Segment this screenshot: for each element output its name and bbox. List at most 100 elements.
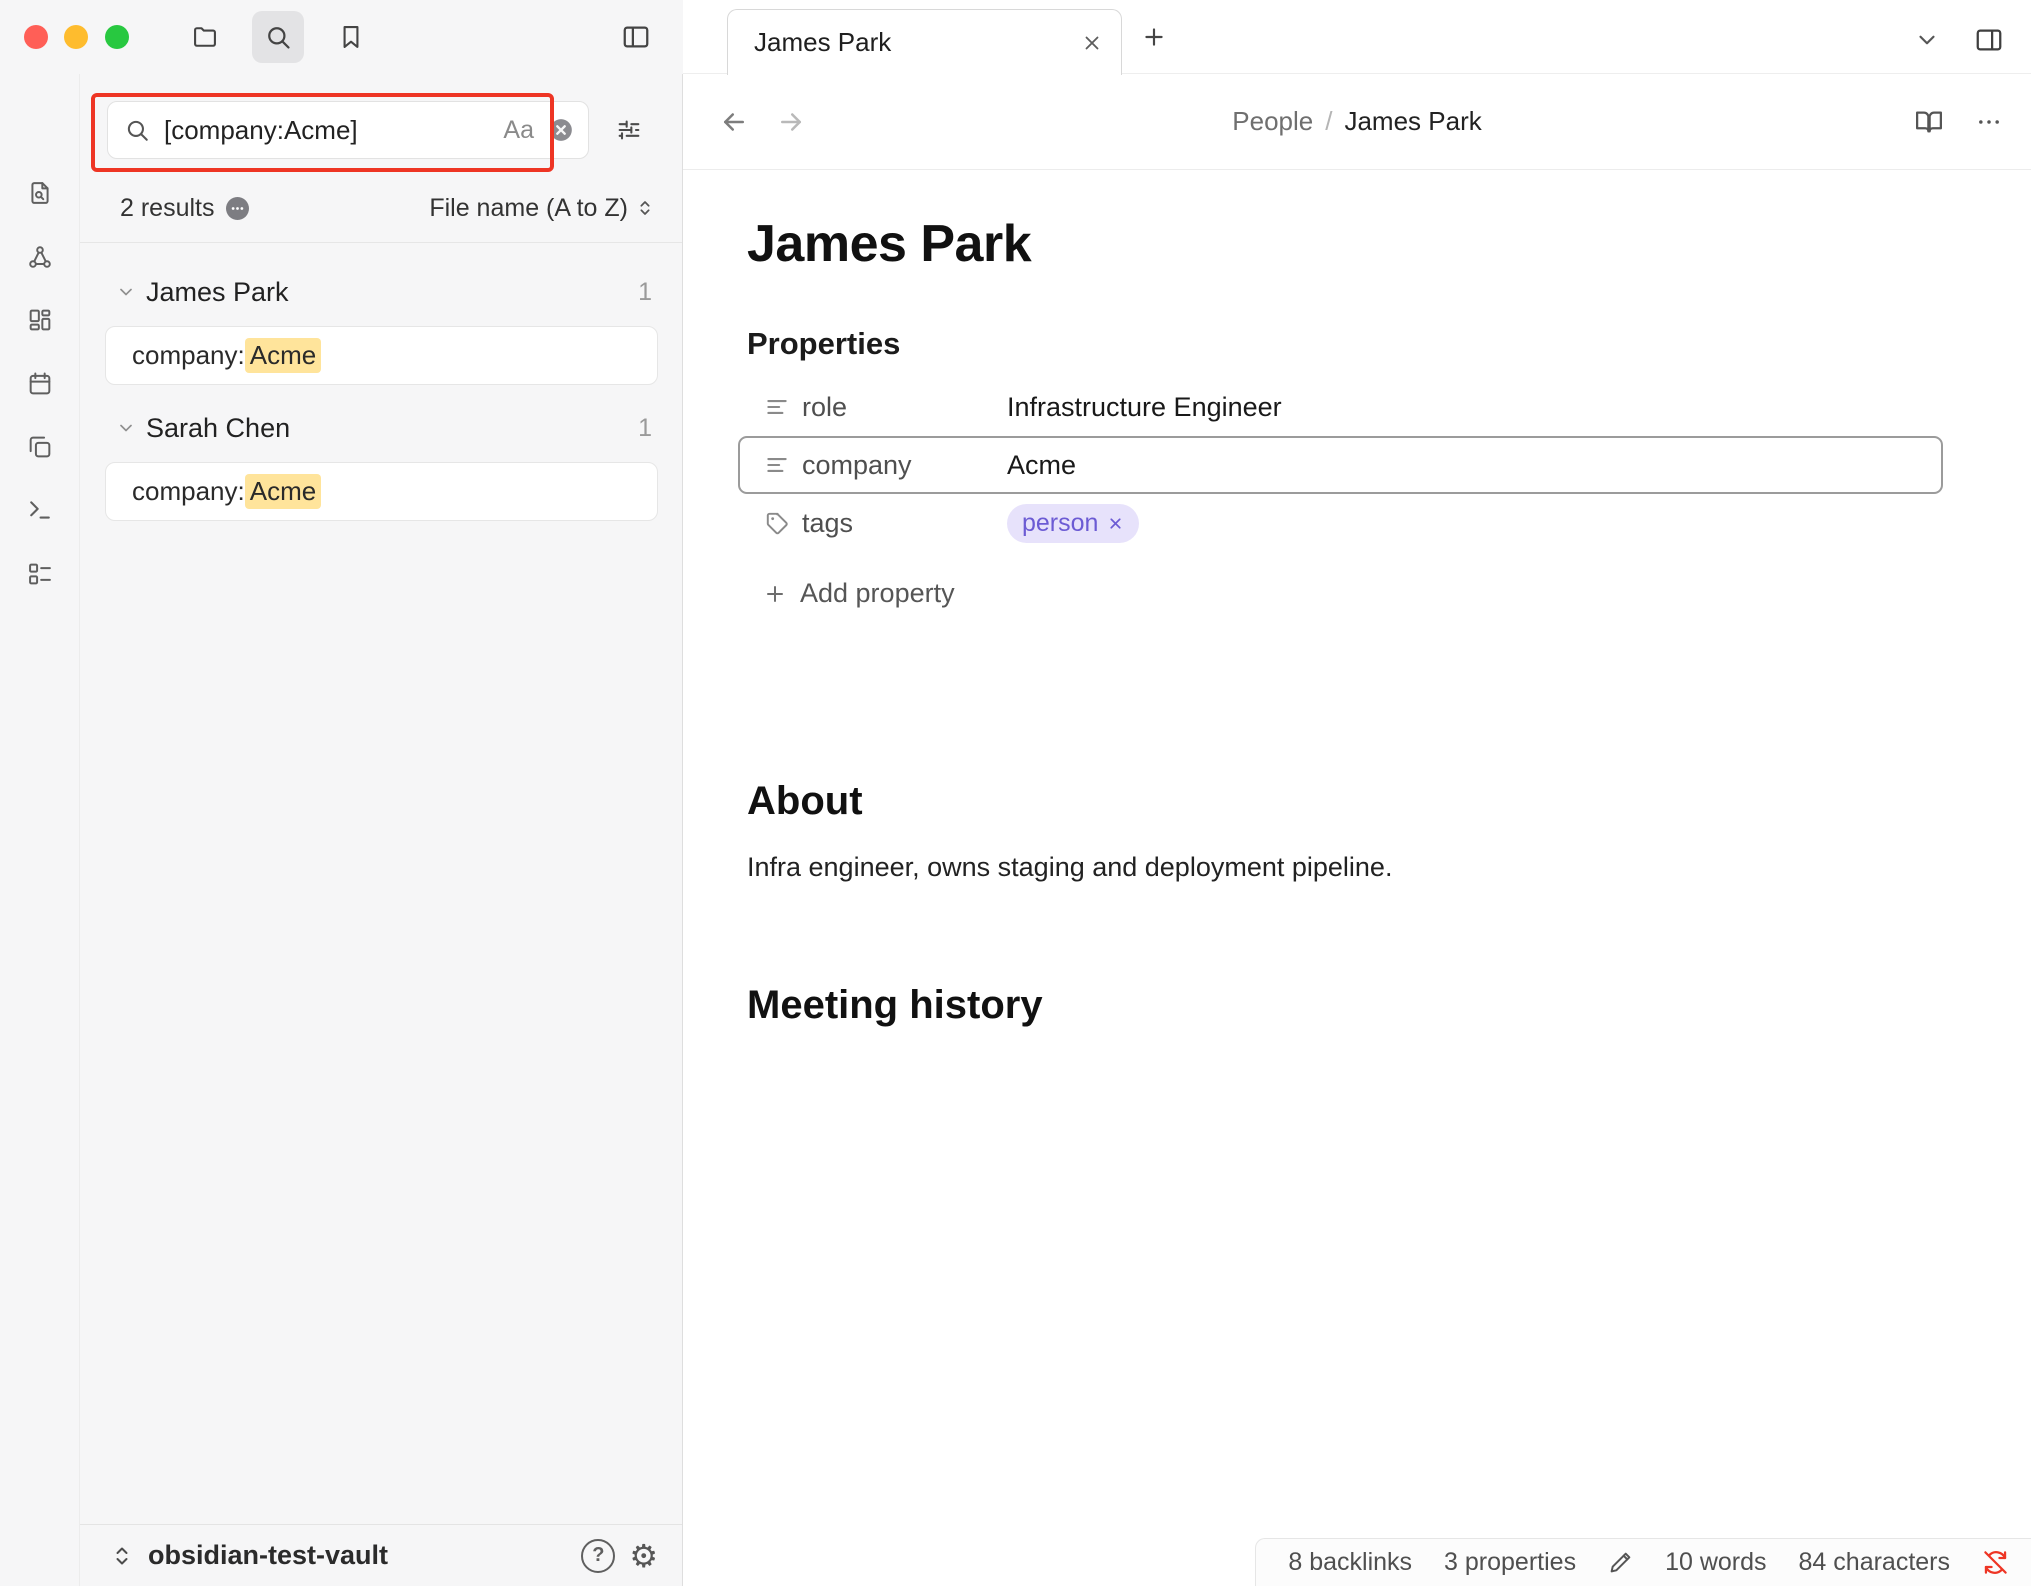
search-match-item[interactable]: company: Acme xyxy=(105,326,658,385)
ellipsis-badge-icon xyxy=(230,201,245,216)
copy-icon xyxy=(26,433,54,461)
graph-view-button[interactable] xyxy=(18,235,62,279)
terminal-button[interactable] xyxy=(18,488,62,532)
macos-zoom-button[interactable] xyxy=(105,25,129,49)
search-icon xyxy=(124,117,150,143)
sidebar-right-icon xyxy=(1974,25,2004,55)
sync-error-icon[interactable] xyxy=(1982,1549,2009,1576)
results-info-button[interactable] xyxy=(226,197,249,220)
layout-list-icon xyxy=(26,560,54,588)
property-name[interactable]: tags xyxy=(802,508,1007,539)
align-left-icon xyxy=(764,452,790,478)
result-file-name: James Park xyxy=(146,277,628,308)
property-value[interactable]: Acme xyxy=(1007,450,1076,481)
gear-icon: ⚙ xyxy=(629,1538,658,1574)
property-row-role[interactable]: role Infrastructure Engineer xyxy=(738,378,1943,436)
tab-james-park[interactable]: James Park xyxy=(727,9,1122,75)
bookmarks-button[interactable] xyxy=(329,15,373,59)
open-folder-button[interactable] xyxy=(183,15,227,59)
results-count-label: 2 results xyxy=(120,194,214,223)
result-match-count: 1 xyxy=(638,414,652,443)
macos-minimize-button[interactable] xyxy=(64,25,88,49)
add-property-button[interactable]: Add property xyxy=(763,578,955,609)
new-tab-button[interactable] xyxy=(1136,19,1172,55)
status-bar: 8 backlinks 3 properties 10 words 84 cha… xyxy=(1255,1538,2031,1586)
search-match-item[interactable]: company: Acme xyxy=(105,462,658,521)
result-group-header[interactable]: Sarah Chen 1 xyxy=(80,406,682,450)
search-input-container: Aa xyxy=(107,101,589,159)
match-highlight: Acme xyxy=(245,474,321,509)
panel-divider xyxy=(80,242,682,243)
left-ribbon xyxy=(0,74,80,1586)
breadcrumb-separator: / xyxy=(1325,106,1332,137)
daily-note-button[interactable] xyxy=(18,362,62,406)
breadcrumb: People / James Park xyxy=(683,74,2031,169)
templates-button[interactable] xyxy=(18,425,62,469)
sliders-icon xyxy=(615,116,643,144)
property-row-tags[interactable]: tags person xyxy=(738,494,1943,552)
about-paragraph[interactable]: Infra engineer, owns staging and deploym… xyxy=(747,848,2031,887)
close-tab-button[interactable] xyxy=(1081,32,1103,54)
plus-icon xyxy=(763,582,787,606)
left-titlebar xyxy=(0,0,683,74)
chevron-down-icon xyxy=(116,418,136,438)
help-button[interactable]: ? xyxy=(581,1539,615,1573)
add-property-label: Add property xyxy=(800,578,955,609)
vault-name[interactable]: obsidian-test-vault xyxy=(148,1540,388,1571)
search-input[interactable] xyxy=(164,115,489,146)
match-case-toggle[interactable]: Aa xyxy=(503,116,534,145)
result-match-count: 1 xyxy=(638,278,652,307)
match-highlight: Acme xyxy=(245,338,321,373)
about-heading[interactable]: About xyxy=(747,779,2031,824)
close-icon xyxy=(1081,32,1103,54)
search-tool-button[interactable] xyxy=(252,11,304,63)
properties-list: role Infrastructure Engineer company Acm… xyxy=(738,378,1943,552)
macos-close-button[interactable] xyxy=(24,25,48,49)
property-value[interactable]: Infrastructure Engineer xyxy=(1007,392,1282,423)
question-mark-icon: ? xyxy=(592,1544,604,1567)
properties-heading[interactable]: Properties xyxy=(747,326,2031,362)
vault-switcher-button[interactable] xyxy=(110,1544,134,1568)
search-panel: Aa 2 results Fil xyxy=(80,74,683,1586)
chevrons-up-down-icon xyxy=(634,197,656,219)
settings-button[interactable]: ⚙ xyxy=(629,1540,658,1572)
property-name[interactable]: company xyxy=(802,450,1007,481)
backlinks-count[interactable]: 8 backlinks xyxy=(1288,1548,1412,1577)
tag-label: person xyxy=(1022,509,1098,538)
tag-pill-person[interactable]: person xyxy=(1007,504,1139,543)
collapse-right-sidebar-button[interactable] xyxy=(1969,20,2009,60)
search-settings-button[interactable] xyxy=(607,108,651,152)
search-results-header: 2 results File name (A to Z) xyxy=(80,186,682,230)
folder-icon xyxy=(191,23,219,51)
properties-count[interactable]: 3 properties xyxy=(1444,1548,1576,1577)
reading-view-button[interactable] xyxy=(1907,100,1951,144)
sort-order-button[interactable]: File name (A to Z) xyxy=(429,194,656,223)
remove-tag-icon[interactable] xyxy=(1107,515,1124,532)
pencil-icon[interactable] xyxy=(1608,1550,1633,1575)
collapse-left-sidebar-button[interactable] xyxy=(614,15,658,59)
ellipsis-icon xyxy=(1975,108,2003,136)
property-name[interactable]: role xyxy=(802,392,1007,423)
clear-circle-icon xyxy=(548,117,574,143)
align-left-icon xyxy=(764,394,790,420)
meeting-history-heading[interactable]: Meeting history xyxy=(747,983,2031,1028)
inline-title[interactable]: James Park xyxy=(747,214,2031,274)
breadcrumb-parent[interactable]: People xyxy=(1232,106,1313,137)
result-group-header[interactable]: James Park 1 xyxy=(80,270,682,314)
more-options-button[interactable] xyxy=(1967,100,2011,144)
chevron-down-icon xyxy=(116,282,136,302)
result-file-name: Sarah Chen xyxy=(146,413,628,444)
tab-list-button[interactable] xyxy=(1909,22,1945,58)
canvas-button[interactable] xyxy=(18,298,62,342)
kanban-button[interactable] xyxy=(18,552,62,596)
layout-dashboard-icon xyxy=(26,306,54,334)
breadcrumb-current[interactable]: James Park xyxy=(1344,106,1481,137)
quick-switcher-button[interactable] xyxy=(18,171,62,215)
search-icon xyxy=(264,23,292,51)
property-row-company[interactable]: company Acme xyxy=(738,436,1943,494)
clear-search-button[interactable] xyxy=(548,117,574,143)
tab-title: James Park xyxy=(754,27,1081,58)
tab-bar: James Park xyxy=(683,0,2031,74)
note-content: James Park Properties role Infrastructur… xyxy=(683,170,2031,1028)
match-text: company: xyxy=(132,476,245,507)
